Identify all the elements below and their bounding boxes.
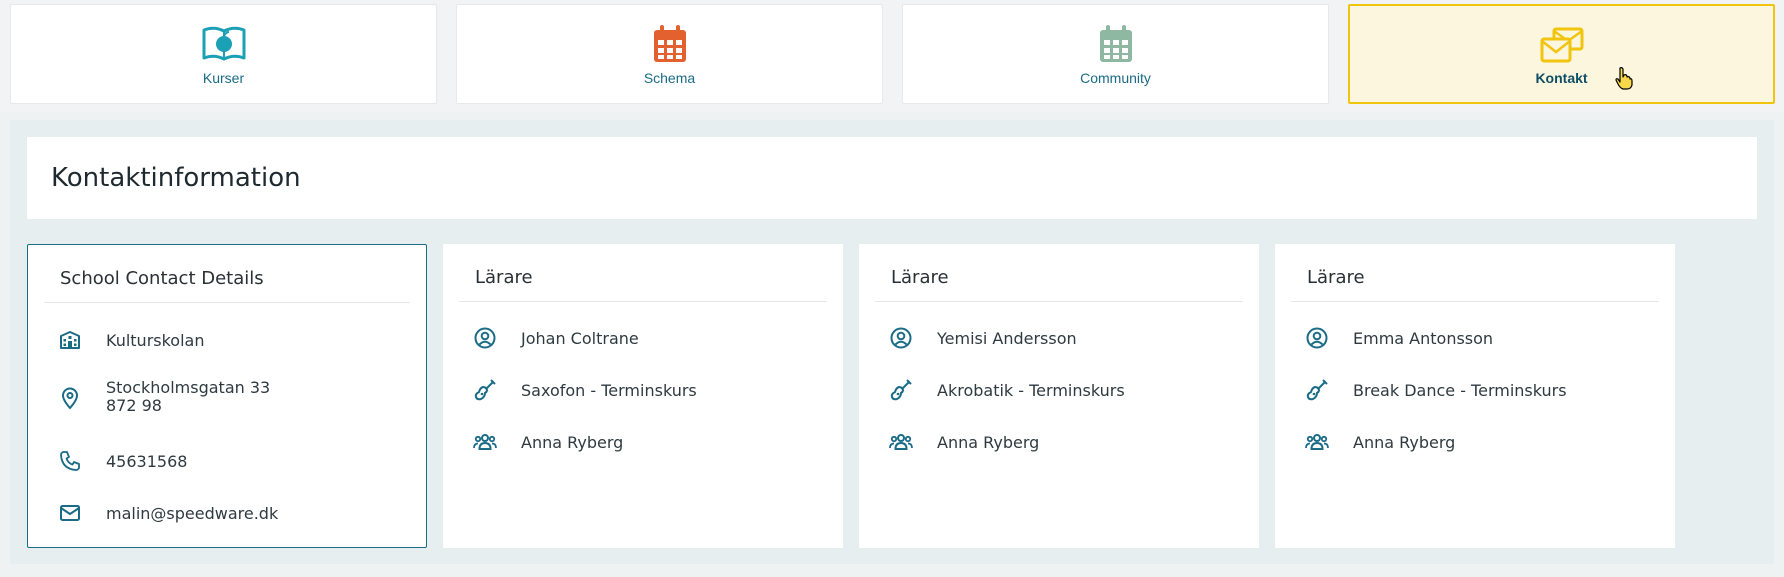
book-apple-icon [200, 24, 248, 64]
location-pin-icon [58, 386, 82, 410]
users-group-icon [889, 430, 913, 454]
card-title: Lärare [891, 267, 949, 288]
user-circle-icon [1305, 326, 1329, 350]
teacher-card: Lärare Johan Coltrane Saxofon - Terminsk… [443, 244, 843, 548]
contact-name: Anna Ryberg [937, 433, 1040, 452]
contact-row: Anna Ryberg [889, 430, 1243, 470]
guitar-icon [473, 378, 497, 402]
guitar-icon [889, 378, 913, 402]
page: Kurser Schema Community Kontakt Kontakti… [0, 0, 1784, 577]
email-row: malin@speedware.dk [58, 501, 410, 541]
course-row: Break Dance - Terminskurs [1305, 378, 1659, 418]
tile-community[interactable]: Community [902, 4, 1329, 104]
teacher-card: Lärare Emma Antonsson Break Dance - Term… [1275, 244, 1675, 548]
teacher-name: Yemisi Andersson [937, 329, 1077, 348]
divider [1291, 301, 1659, 302]
contact-name: Anna Ryberg [521, 433, 624, 452]
calendar-icon [646, 24, 694, 64]
user-circle-icon [473, 326, 497, 350]
card-title: Lärare [1307, 267, 1365, 288]
tile-kurser[interactable]: Kurser [10, 4, 437, 104]
course-name: Saxofon - Terminskurs [521, 381, 697, 400]
address-row: Stockholmsgatan 33 872 98 [58, 378, 410, 424]
users-group-icon [1305, 430, 1329, 454]
teacher-card: Lärare Yemisi Andersson Akrobatik - Term… [859, 244, 1259, 548]
main-content: Kontaktinformation School Contact Detail… [10, 120, 1774, 564]
mail-icon [58, 501, 82, 525]
teacher-name-row: Emma Antonsson [1305, 326, 1659, 366]
teacher-name: Johan Coltrane [521, 329, 639, 348]
teacher-name-row: Yemisi Andersson [889, 326, 1243, 366]
user-circle-icon [889, 326, 913, 350]
course-row: Saxofon - Terminskurs [473, 378, 827, 418]
tile-label: Kontakt [1535, 70, 1588, 86]
divider [44, 302, 410, 303]
school-icon [58, 328, 82, 352]
address-line2: 872 98 [106, 396, 162, 415]
page-title: Kontaktinformation [51, 163, 301, 193]
email-address[interactable]: malin@speedware.dk [106, 504, 278, 524]
contact-name: Anna Ryberg [1353, 433, 1456, 452]
contact-row: Anna Ryberg [1305, 430, 1659, 470]
users-group-icon [473, 430, 497, 454]
address-line1: Stockholmsgatan 33 [106, 378, 271, 397]
calendar-icon [1092, 24, 1140, 64]
phone-icon [58, 449, 82, 473]
guitar-icon [1305, 378, 1329, 402]
phone-number[interactable]: 45631568 [106, 452, 187, 472]
divider [875, 301, 1243, 302]
tile-label: Community [1080, 70, 1151, 86]
school-name: Kulturskolan [106, 331, 205, 350]
title-card: Kontaktinformation [27, 137, 1757, 219]
card-title: Lärare [475, 267, 533, 288]
divider [459, 301, 827, 302]
tile-schema[interactable]: Schema [456, 4, 883, 104]
contact-row: Anna Ryberg [473, 430, 827, 470]
card-title: School Contact Details [60, 268, 264, 289]
tile-label: Kurser [202, 70, 245, 86]
course-row: Akrobatik - Terminskurs [889, 378, 1243, 418]
teacher-name: Emma Antonsson [1353, 329, 1494, 348]
tile-kontakt[interactable]: Kontakt [1348, 4, 1775, 104]
teacher-name-row: Johan Coltrane [473, 326, 827, 366]
hand-cursor-icon [1615, 66, 1633, 90]
course-name: Akrobatik - Terminskurs [937, 381, 1125, 400]
phone-row: 45631568 [58, 449, 410, 489]
school-contact-card: School Contact Details Kulturskolan Stoc… [27, 244, 427, 548]
top-nav: Kurser Schema Community Kontakt [0, 0, 1784, 112]
envelopes-icon [1538, 25, 1586, 65]
tile-label: Schema [643, 70, 696, 86]
course-name: Break Dance - Terminskurs [1353, 381, 1567, 400]
school-name-row: Kulturskolan [58, 328, 410, 368]
